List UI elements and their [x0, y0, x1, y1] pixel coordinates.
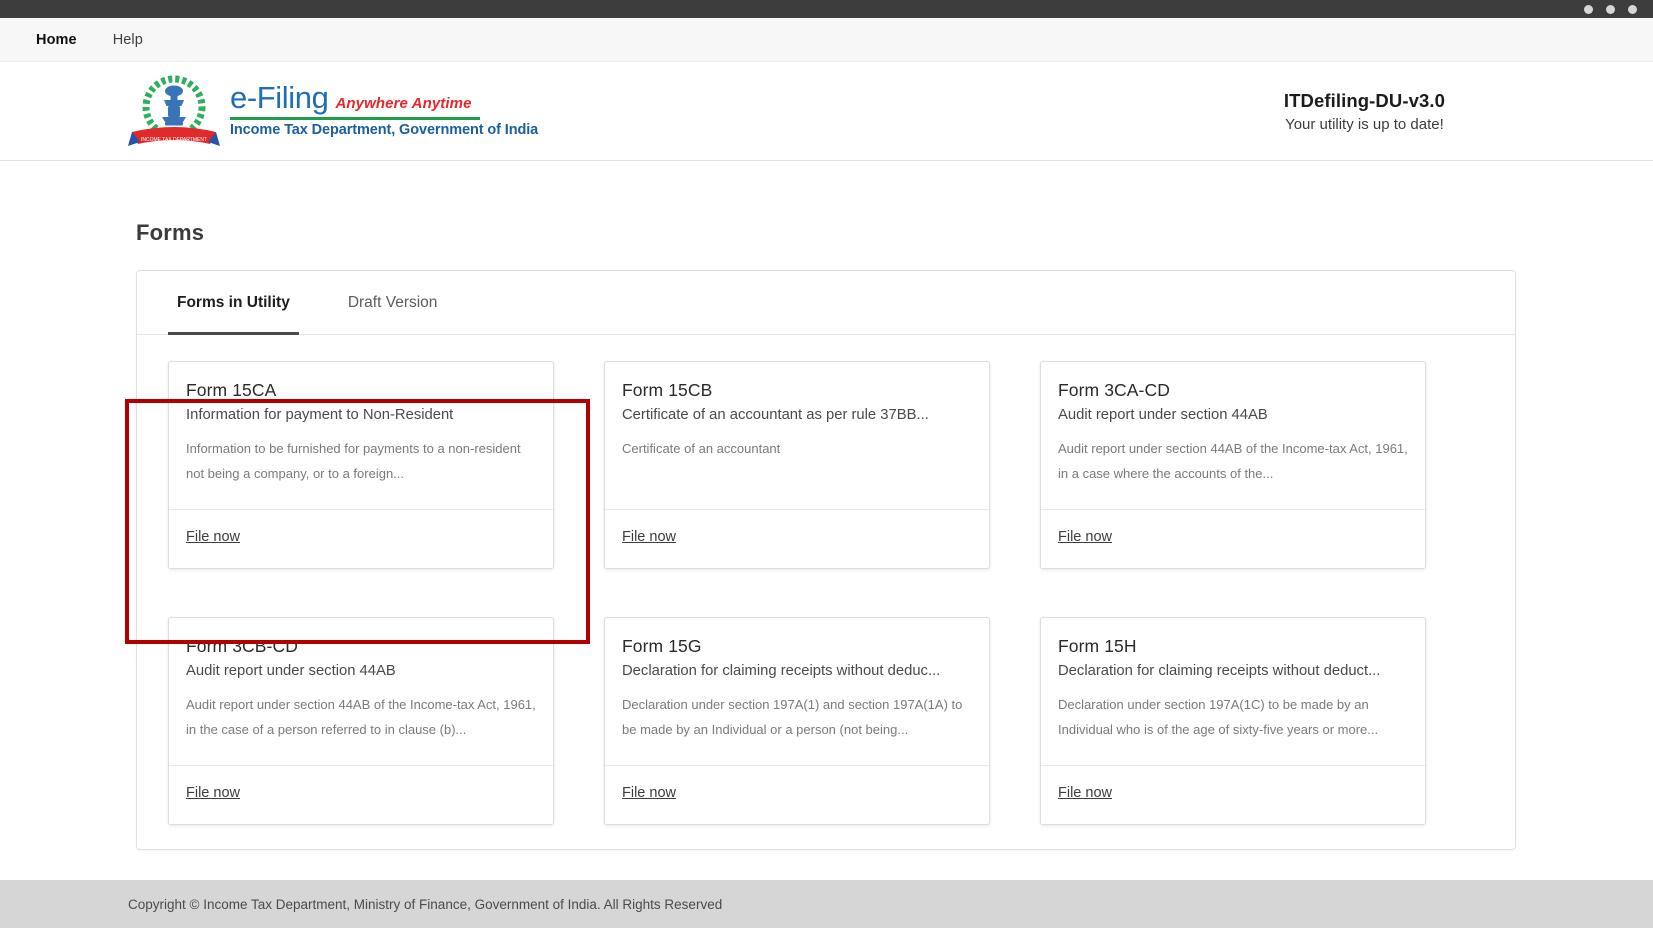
card-subtitle: Certificate of an accountant as per rule… [622, 407, 972, 423]
page-title: Forms [136, 220, 1653, 246]
maximize-dot-icon[interactable] [1606, 5, 1615, 14]
card-title: Form 3CA-CD [1058, 380, 1408, 401]
file-now-link[interactable]: File now [186, 529, 240, 545]
card-title: Form 15CA [186, 380, 536, 401]
card-description: Information to be furnished for payments… [186, 437, 536, 486]
card-description: Audit report under section 44AB of the I… [1058, 437, 1408, 486]
india-national-emblem-icon: INCOME TAX DEPARTMENT [126, 74, 222, 148]
menu-item-help[interactable]: Help [95, 32, 161, 48]
forms-tabs: Forms in Utility Draft Version [137, 271, 1515, 335]
tab-draft-version[interactable]: Draft Version [339, 271, 447, 334]
card-subtitle: Declaration for claiming receipts withou… [622, 663, 972, 679]
brand-logo-group: INCOME TAX DEPARTMENT e-Filing Anywhere … [126, 74, 538, 148]
brand-header: INCOME TAX DEPARTMENT e-Filing Anywhere … [0, 62, 1653, 161]
copyright-text: Copyright © Income Tax Department, Minis… [128, 897, 722, 912]
svg-text:INCOME TAX DEPARTMENT: INCOME TAX DEPARTMENT [141, 137, 207, 143]
main-menu-bar: Home Help [0, 18, 1653, 62]
close-dot-icon[interactable] [1628, 5, 1637, 14]
card-title: Form 15G [622, 636, 972, 657]
card-subtitle: Audit report under section 44AB [186, 663, 536, 679]
card-footer: File now [169, 510, 553, 568]
card-footer: File now [169, 766, 553, 824]
file-now-link[interactable]: File now [1058, 529, 1112, 545]
file-now-link[interactable]: File now [1058, 785, 1112, 801]
card-body: Form 15G Declaration for claiming receip… [605, 618, 989, 766]
card-footer: File now [1041, 510, 1425, 568]
menu-item-home[interactable]: Home [18, 32, 95, 48]
utility-status-group: ITDefiling-DU-v3.0 Your utility is up to… [1284, 90, 1445, 133]
card-title: Form 3CB-CD [186, 636, 536, 657]
file-now-link[interactable]: File now [186, 785, 240, 801]
card-body: Form 15CA Information for payment to Non… [169, 362, 553, 510]
brand-text-group: e-Filing Anywhere Anytime Income Tax Dep… [230, 80, 538, 138]
forms-panel: Forms in Utility Draft Version Form 15CA… [136, 270, 1516, 850]
utility-version: ITDefiling-DU-v3.0 [1284, 90, 1445, 112]
card-body: Form 15H Declaration for claiming receip… [1041, 618, 1425, 766]
form-card-3ca-cd[interactable]: Form 3CA-CD Audit report under section 4… [1040, 361, 1426, 569]
window-controls [1584, 5, 1637, 14]
brand-title: e-Filing [230, 80, 328, 116]
card-title: Form 15CB [622, 380, 972, 401]
file-now-link[interactable]: File now [622, 529, 676, 545]
card-footer: File now [1041, 766, 1425, 824]
window-title-bar [0, 0, 1653, 18]
card-subtitle: Declaration for claiming receipts withou… [1058, 663, 1408, 679]
card-footer: File now [605, 510, 989, 568]
file-now-link[interactable]: File now [622, 785, 676, 801]
brand-divider-rule [230, 117, 480, 120]
minimize-dot-icon[interactable] [1584, 5, 1593, 14]
card-subtitle: Audit report under section 44AB [1058, 407, 1408, 423]
form-card-15ca[interactable]: Form 15CA Information for payment to Non… [168, 361, 554, 569]
card-subtitle: Information for payment to Non-Resident [186, 407, 536, 423]
brand-tagline: Anywhere Anytime [335, 95, 471, 112]
form-card-15cb[interactable]: Form 15CB Certificate of an accountant a… [604, 361, 990, 569]
tab-forms-in-utility[interactable]: Forms in Utility [168, 271, 299, 334]
main-content: Forms Forms in Utility Draft Version For… [0, 220, 1653, 949]
card-body: Form 3CA-CD Audit report under section 4… [1041, 362, 1425, 510]
brand-department: Income Tax Department, Government of Ind… [230, 122, 538, 138]
card-description: Declaration under section 197A(1) and se… [622, 693, 972, 742]
form-card-15g[interactable]: Form 15G Declaration for claiming receip… [604, 617, 990, 825]
page-footer: Copyright © Income Tax Department, Minis… [0, 880, 1653, 928]
card-description: Declaration under section 197A(1C) to be… [1058, 693, 1408, 742]
card-title: Form 15H [1058, 636, 1408, 657]
forms-card-grid: Form 15CA Information for payment to Non… [137, 335, 1515, 825]
card-footer: File now [605, 766, 989, 824]
card-description: Certificate of an accountant [622, 437, 972, 462]
utility-status-message: Your utility is up to date! [1284, 116, 1445, 133]
form-card-15h[interactable]: Form 15H Declaration for claiming receip… [1040, 617, 1426, 825]
card-description: Audit report under section 44AB of the I… [186, 693, 536, 742]
card-body: Form 15CB Certificate of an accountant a… [605, 362, 989, 510]
card-body: Form 3CB-CD Audit report under section 4… [169, 618, 553, 766]
form-card-3cb-cd[interactable]: Form 3CB-CD Audit report under section 4… [168, 617, 554, 825]
